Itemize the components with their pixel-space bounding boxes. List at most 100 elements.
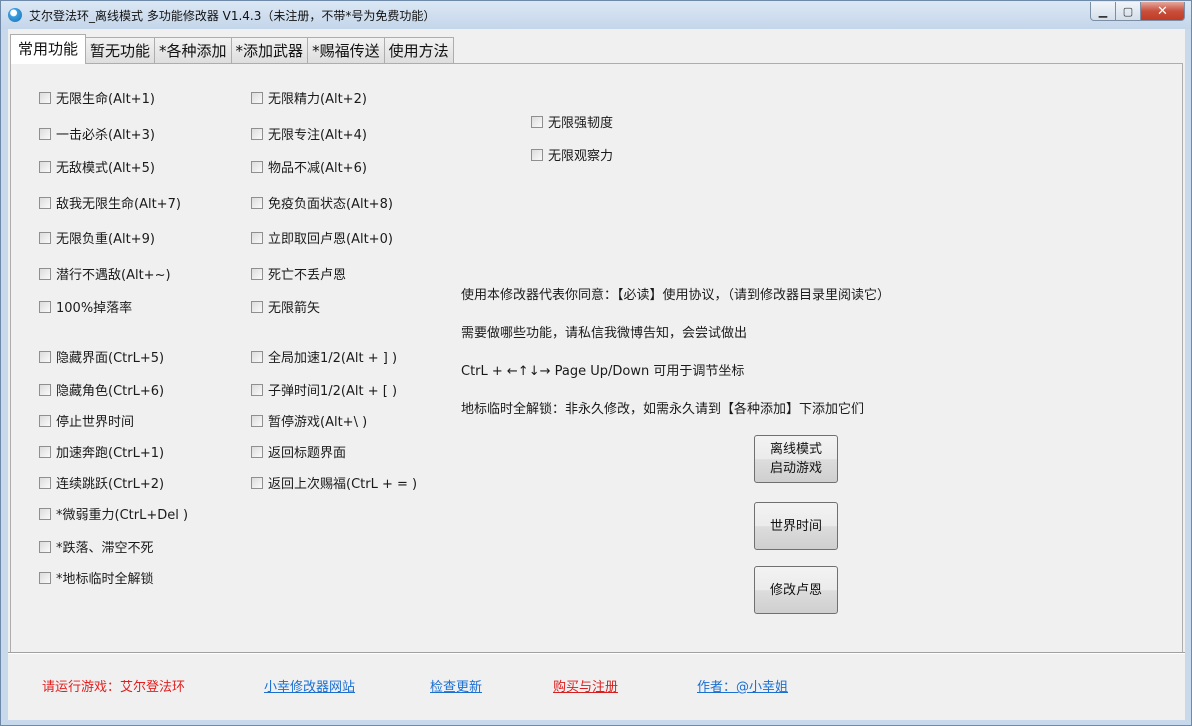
checkbox-label: 一击必杀(Alt+3) [56,128,155,143]
checkbox-label: 返回上次赐福(CtrL + = ) [268,477,418,492]
checkbox-box[interactable] [39,350,51,363]
checkbox-box[interactable] [251,445,263,458]
world-time-button[interactable]: 世界时间 [754,502,838,550]
minimize-button[interactable]: ▁ [1090,2,1116,21]
checkbox-box[interactable] [251,350,263,363]
checkbox-box[interactable] [251,414,263,427]
checkbox-box[interactable] [39,507,51,520]
checkbox-return-last-grace[interactable]: 返回上次赐福(CtrL + = ) [251,473,417,492]
offline-launch-line2: 启动游戏 [769,461,822,476]
checkbox-stop-world-time[interactable]: 停止世界时间 [39,411,134,430]
website-link[interactable]: 小幸修改器网站 [264,676,355,695]
checkbox-label: 立即取回卢恩(Alt+0) [268,232,393,247]
checkbox-unlock-landmarks[interactable]: *地标临时全解锁 [39,568,154,587]
checkbox-one-hit-kill[interactable]: 一击必杀(Alt+3) [39,124,155,143]
checkbox-box[interactable] [39,196,51,209]
checkbox-low-gravity[interactable]: *微弱重力(CtrL+Del ) [39,504,188,523]
title-bar[interactable]: 艾尔登法环_离线模式 多功能修改器 V1.4.3（未注册，不带*号为免费功能） … [1,1,1191,29]
checkbox-label: 连续跳跃(CtrL+2) [56,477,165,492]
checkbox-box[interactable] [39,540,51,553]
checkbox-label: 100%掉落率 [56,301,133,316]
common-features-panel: 无限生命(Alt+1) 一击必杀(Alt+3) 无敌模式(Alt+5) 敌我无限… [10,63,1183,653]
checkbox-box[interactable] [39,91,51,104]
checkbox-infinite-load[interactable]: 无限负重(Alt+9) [39,228,155,247]
checkbox-global-speed[interactable]: 全局加速1/2(Alt + ] ) [251,347,397,366]
check-update-link[interactable]: 检查更新 [430,676,482,695]
buy-register-link[interactable]: 购买与注册 [553,676,618,695]
checkbox-label: 暂停游戏(Alt+\ ) [268,415,368,430]
checkbox-box[interactable] [531,148,543,161]
checkbox-box[interactable] [251,196,263,209]
tab-add-items[interactable]: *各种添加 [154,37,232,64]
checkbox-infinite-stamina[interactable]: 无限精力(Alt+2) [251,88,367,107]
checkbox-hide-ui[interactable]: 隐藏界面(CtrL+5) [39,347,164,366]
info-request-features: 需要做哪些功能，请私信我微博告知，会尝试做出 [461,326,748,341]
checkbox-box[interactable] [251,127,263,140]
checkbox-keep-runes-on-death[interactable]: 死亡不丢卢恩 [251,264,346,283]
tab-none[interactable]: 暂无功能 [85,37,156,64]
checkbox-box[interactable] [39,571,51,584]
checkbox-box[interactable] [39,231,51,244]
footer-divider [8,652,1185,654]
checkbox-box[interactable] [39,160,51,173]
checkbox-label: 死亡不丢卢恩 [268,268,347,283]
checkbox-pause-game[interactable]: 暂停游戏(Alt+\ ) [251,411,367,430]
offline-launch-line1: 离线模式 [769,442,822,457]
tab-common[interactable]: 常用功能 [10,34,87,64]
checkbox-all-infinite-health[interactable]: 敌我无限生命(Alt+7) [39,193,181,212]
checkbox-box[interactable] [251,91,263,104]
checkbox-box[interactable] [39,300,51,313]
window-title: 艾尔登法环_离线模式 多功能修改器 V1.4.3（未注册，不带*号为免费功能） [29,9,436,23]
checkbox-box[interactable] [39,414,51,427]
checkbox-label: 敌我无限生命(Alt+7) [56,197,181,212]
checkbox-box[interactable] [39,476,51,489]
checkbox-label: 无限精力(Alt+2) [268,92,367,107]
checkbox-no-fall-death[interactable]: *跌落、滞空不死 [39,537,154,556]
checkbox-box[interactable] [251,267,263,280]
checkbox-return-title[interactable]: 返回标题界面 [251,442,346,461]
checkbox-multi-jump[interactable]: 连续跳跃(CtrL+2) [39,473,164,492]
checkbox-infinite-arrows[interactable]: 无限箭矢 [251,297,320,316]
checkbox-infinite-focus[interactable]: 无限专注(Alt+4) [251,124,367,143]
checkbox-label: 加速奔跑(CtrL+1) [56,446,165,461]
tab-usage[interactable]: 使用方法 [383,37,454,64]
checkbox-infinite-poise[interactable]: 无限强韧度 [531,112,613,131]
modify-runes-button[interactable]: 修改卢恩 [754,566,838,614]
checkbox-box[interactable] [531,115,543,128]
checkbox-god-mode[interactable]: 无敌模式(Alt+5) [39,157,155,176]
checkbox-infinite-health[interactable]: 无限生命(Alt+1) [39,88,155,107]
checkbox-infinite-discovery[interactable]: 无限观察力 [531,145,613,164]
checkbox-stealth[interactable]: 潜行不遇敌(Alt+~) [39,264,171,283]
author-link[interactable]: 作者：@小幸姐 [697,676,788,695]
checkbox-items-not-consumed[interactable]: 物品不减(Alt+6) [251,157,367,176]
checkbox-label: 停止世界时间 [56,415,135,430]
info-agreement: 使用本修改器代表你同意：【必读】使用协议，（请到修改器目录里阅读它） [461,288,891,303]
offline-launch-button[interactable]: 离线模式 启动游戏 [754,435,838,483]
checkbox-immune-status[interactable]: 免疫负面状态(Alt+8) [251,193,393,212]
checkbox-sprint-boost[interactable]: 加速奔跑(CtrL+1) [39,442,164,461]
checkbox-box[interactable] [39,445,51,458]
checkbox-label: *地标临时全解锁 [56,572,154,587]
checkbox-bullet-time[interactable]: 子弹时间1/2(Alt + [ ) [251,380,397,399]
checkbox-label: 返回标题界面 [268,446,347,461]
checkbox-box[interactable] [251,231,263,244]
window-controls: ▁ ▢ ✕ [1090,2,1185,21]
checkbox-label: 隐藏界面(CtrL+5) [56,351,165,366]
checkbox-box[interactable] [251,476,263,489]
checkbox-box[interactable] [39,383,51,396]
tab-grace-teleport[interactable]: *赐福传送 [307,37,385,64]
tab-add-weapons[interactable]: *添加武器 [230,37,309,64]
client-area: 常用功能 暂无功能 *各种添加 *添加武器 *赐福传送 使用方法 无限生命(Al… [8,29,1185,720]
checkbox-retrieve-runes[interactable]: 立即取回卢恩(Alt+0) [251,228,393,247]
maximize-button[interactable]: ▢ [1116,2,1141,21]
checkbox-box[interactable] [251,300,263,313]
modify-runes-label: 修改卢恩 [769,582,822,598]
checkbox-label: 无限专注(Alt+4) [268,128,367,143]
checkbox-box[interactable] [39,127,51,140]
checkbox-box[interactable] [251,383,263,396]
checkbox-box[interactable] [39,267,51,280]
checkbox-hide-character[interactable]: 隐藏角色(CtrL+6) [39,380,164,399]
checkbox-drop-rate[interactable]: 100%掉落率 [39,297,132,316]
checkbox-box[interactable] [251,160,263,173]
close-button[interactable]: ✕ [1141,2,1185,21]
